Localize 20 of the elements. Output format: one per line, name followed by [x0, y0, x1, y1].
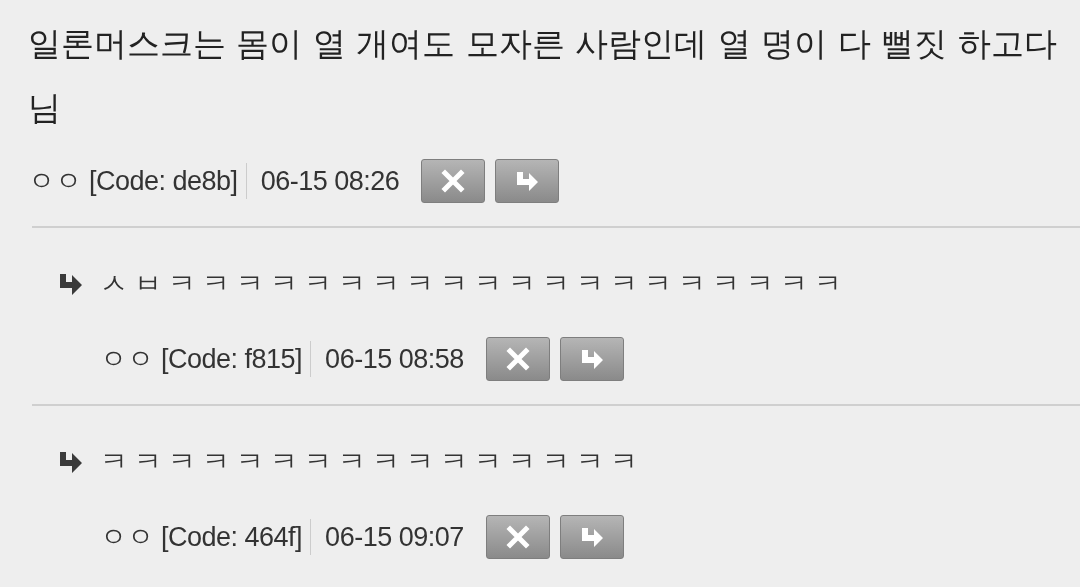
author-name: ㅇㅇ — [28, 165, 81, 198]
reply-button[interactable] — [495, 159, 560, 203]
author-name: ㅇㅇ — [100, 521, 153, 554]
delete-button[interactable] — [421, 159, 486, 203]
timestamp: 06-15 08:58 — [325, 343, 464, 375]
user-code: [Code: de8b] — [89, 165, 238, 197]
timestamp: 06-15 08:26 — [260, 165, 400, 197]
delete-button[interactable] — [485, 515, 550, 559]
delete-button[interactable] — [485, 337, 550, 381]
timestamp: 06-15 09:07 — [325, 521, 464, 553]
user-code: [Code: f815] — [161, 343, 303, 375]
reply-text: ㅋㅋㅋㅋㅋㅋㅋㅋㅋㅋㅋㅋㅋㅋㅋㅋ — [100, 444, 644, 480]
user-code: [Code: 464f] — [161, 521, 303, 553]
reply-arrow-icon — [58, 450, 84, 474]
reply-button[interactable] — [559, 515, 624, 559]
reply-arrow-icon — [58, 272, 84, 296]
reply-button[interactable] — [559, 337, 624, 381]
comment-text: 일론머스크는 몸이 열 개여도 모자른 사람인데 열 명이 다 뻘짓 하고다님 — [28, 23, 1058, 129]
reply-text: ㅅㅂㅋㅋㅋㅋㅋㅋㅋㅋㅋㅋㅋㅋㅋㅋㅋㅋㅋㅋㅋㅋ — [100, 266, 848, 302]
author-name: ㅇㅇ — [100, 343, 153, 376]
